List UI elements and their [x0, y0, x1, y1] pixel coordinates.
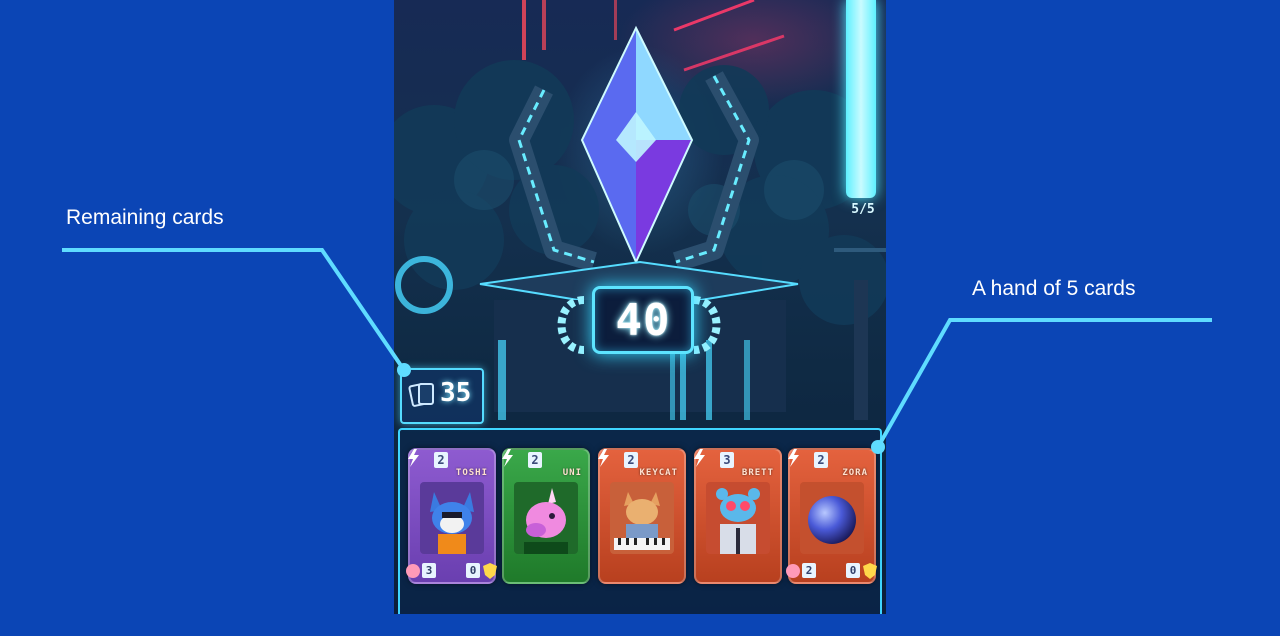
hand-card[interactable]: 2 KEYCAT — [598, 448, 686, 584]
score-panel: 40 — [592, 286, 694, 354]
cards-stack-icon — [408, 383, 434, 407]
fist-icon — [786, 564, 800, 578]
card-name: BRETT — [741, 468, 774, 478]
score-value: 40 — [615, 294, 671, 346]
card-cost: 2 — [434, 452, 448, 468]
energy-readout: 5/5 — [851, 202, 875, 217]
fist-icon — [406, 564, 420, 578]
hand-card[interactable]: 3 BRETT — [694, 448, 782, 584]
deck-remaining-count: 35 — [440, 378, 472, 408]
shield-icon — [863, 563, 877, 579]
card-name: KEYCAT — [639, 468, 678, 478]
shield-icon — [483, 563, 497, 579]
defense-stat: 0 — [844, 562, 880, 580]
attack-stat: 2 — [784, 562, 820, 580]
sphere-icon — [800, 482, 864, 554]
remaining-cards-callout: Remaining cards — [66, 206, 224, 229]
fox-icon — [420, 482, 484, 554]
card-name: UNI — [562, 468, 582, 478]
card-name: ZORA — [842, 468, 868, 478]
attack-stat: 3 — [404, 562, 440, 580]
card-name: TOSHI — [455, 468, 488, 478]
blue-creature-icon — [706, 482, 770, 554]
game-screen[interactable]: 5/5 40 35 2 TOSHI 3 0 2 UNI 2 KEYCAT 3 B… — [394, 0, 886, 614]
hand-callout: A hand of 5 cards — [972, 277, 1136, 300]
keyboard-cat-icon — [610, 482, 674, 554]
card-cost: 2 — [528, 452, 542, 468]
hand-card[interactable]: 2 UNI — [502, 448, 590, 584]
card-cost: 3 — [720, 452, 734, 468]
defense-stat: 0 — [464, 562, 500, 580]
energy-meter — [846, 0, 876, 198]
hand-card[interactable]: 2 TOSHI 3 0 — [406, 448, 497, 584]
card-cost: 2 — [624, 452, 638, 468]
unicorn-icon — [514, 482, 578, 554]
card-cost: 2 — [814, 452, 828, 468]
hand-card[interactable]: 2 ZORA 2 0 — [786, 448, 877, 584]
deck-counter[interactable]: 35 — [400, 368, 484, 424]
